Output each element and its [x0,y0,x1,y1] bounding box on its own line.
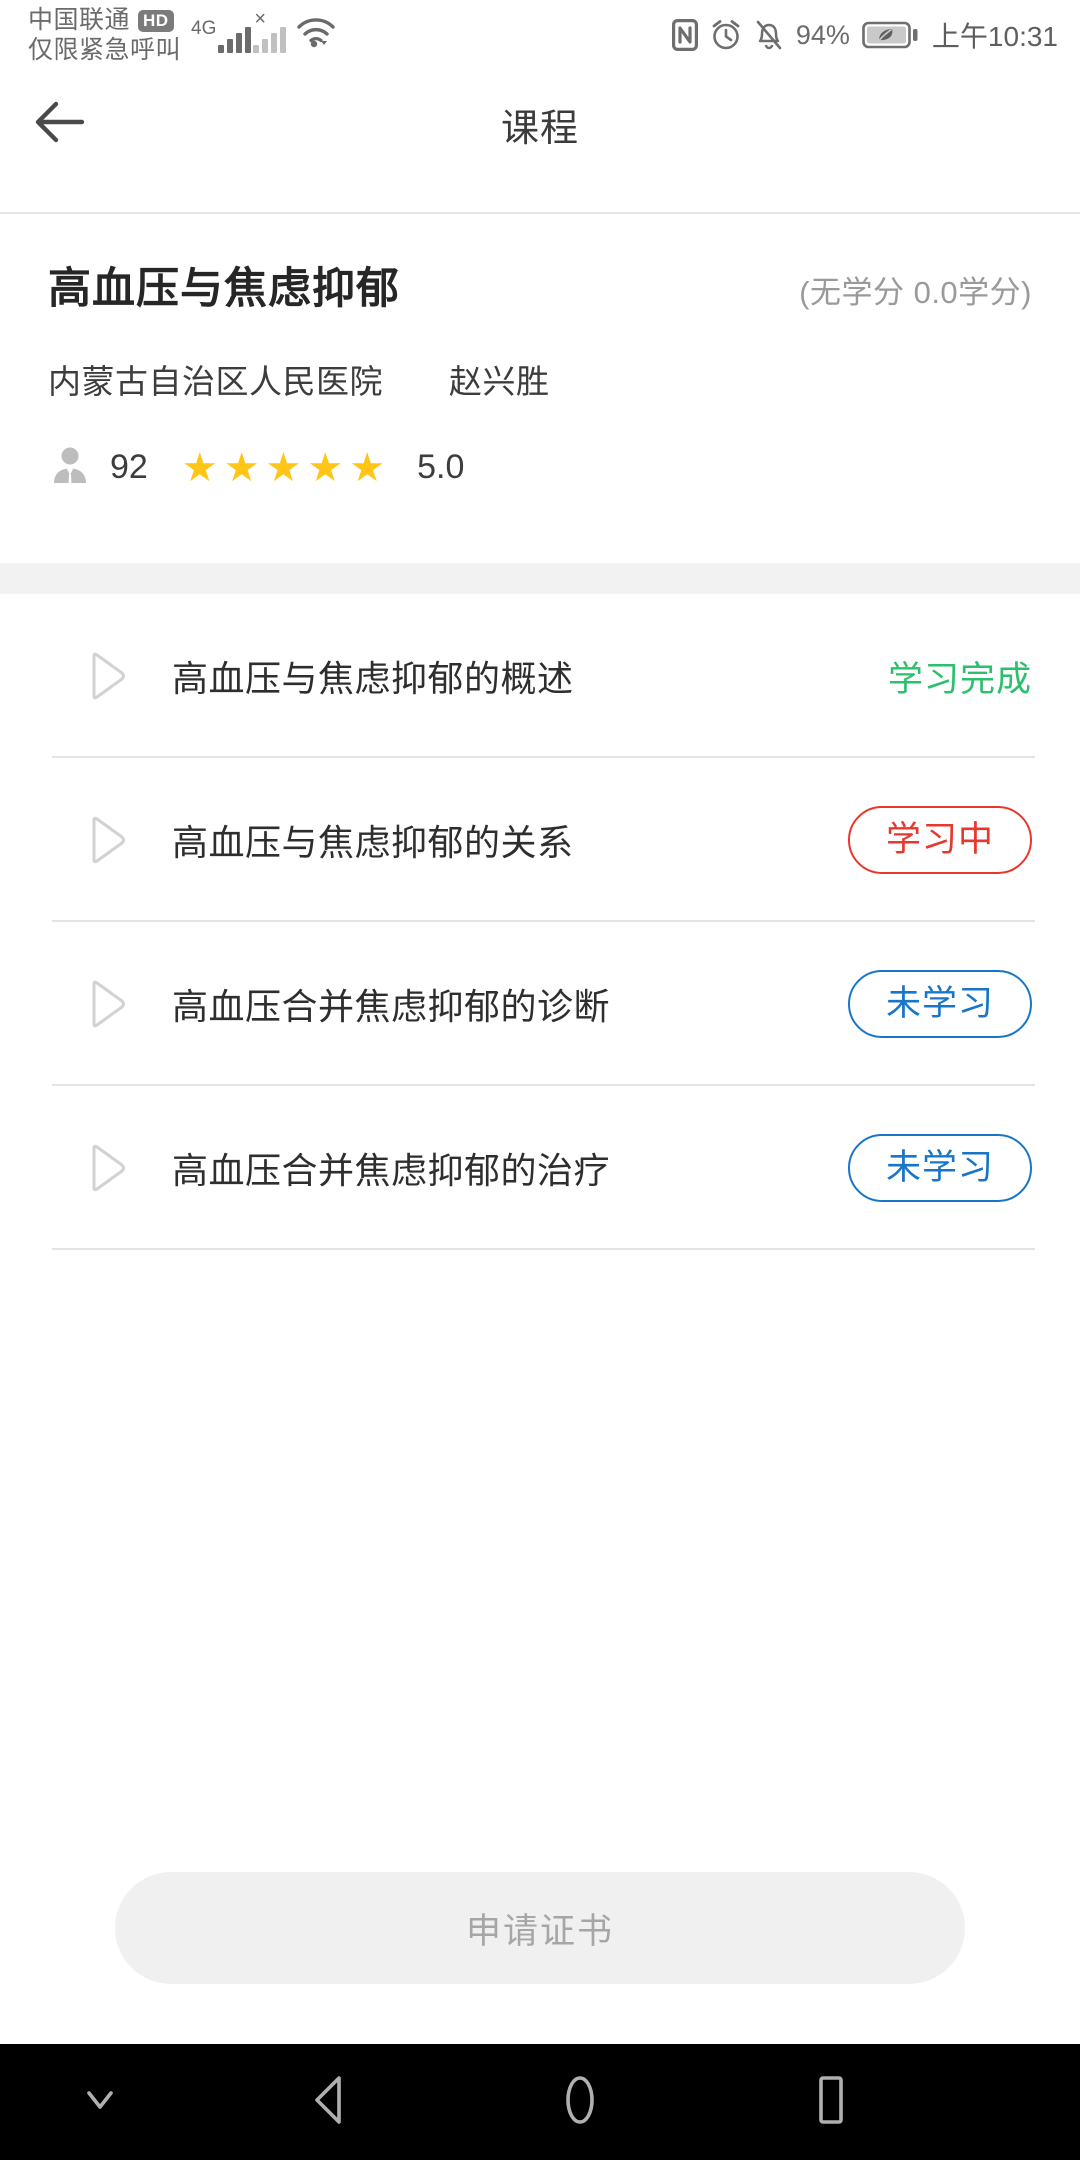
star-icon: ★ [307,445,344,490]
rating-stars: ★ ★ ★ ★ ★ [182,448,385,488]
circle-home-icon [557,2073,603,2132]
course-org-row: 内蒙古自治区人民医院 赵兴胜 [48,316,1032,403]
phone-screen: 中国联通 HD 仅限紧急呼叫 4G × 94% 上午10:31 课程 高血压与焦… [0,0,1080,2160]
carrier-row: 中国联通 HD [28,6,181,36]
chevron-down-icon [78,2083,122,2122]
star-icon: ★ [349,445,386,490]
no-service-x-icon: × [254,8,267,30]
lesson-title: 高血压合并焦虑抑郁的诊断 [172,986,611,1027]
course-title: 高血压与焦虑抑郁 [48,265,400,313]
lesson-title: 高血压合并焦虑抑郁的治疗 [172,1150,611,1191]
play-outline-icon [84,650,130,702]
clock-label: 上午10:31 [931,21,1058,52]
teacher-name: 赵兴胜 [449,363,550,400]
nfc-icon [671,19,698,51]
carrier-block: 中国联通 HD 仅限紧急呼叫 [28,6,181,65]
lesson-row[interactable]: 高血压合并焦虑抑郁的治疗 未学习 [0,1086,1080,1250]
row-separator [52,1248,1035,1250]
lesson-list: 高血压与焦虑抑郁的概述 学习完成 高血压与焦虑抑郁的关系 学习中 高血压合并焦虑… [0,594,1080,1250]
nav-recents-button[interactable] [730,2044,930,2160]
status-bar: 中国联通 HD 仅限紧急呼叫 4G × 94% 上午10:31 [0,0,1080,72]
status-badge: 学习完成 [887,659,1032,699]
page-title: 课程 [500,107,579,150]
play-outline-icon [84,814,130,866]
nav-home-button[interactable] [480,2044,680,2160]
apply-certificate-button[interactable]: 申请证书 [115,1872,965,1984]
nav-back-button[interactable] [230,2044,430,2160]
status-bar-right: 94% 上午10:31 [671,6,1058,55]
lesson-status-slot[interactable]: 未学习 [782,1133,1032,1203]
lesson-row[interactable]: 高血压与焦虑抑郁的概述 学习完成 [0,594,1080,758]
play-outline-icon [84,1142,130,1194]
mute-bell-icon [754,19,784,51]
learner-count: 92 [110,448,148,486]
course-title-row: 高血压与焦虑抑郁 (无学分 0.0学分) [48,214,1032,316]
square-recents-icon [808,2074,852,2131]
section-divider-band [0,563,1080,594]
alarm-icon [710,19,742,51]
signal-bars-icon [218,23,252,53]
star-icon: ★ [265,445,302,490]
lesson-title: 高血压与焦虑抑郁的概述 [172,658,574,699]
battery-percent-label: 94% [795,19,850,50]
lesson-row[interactable]: 高血压合并焦虑抑郁的诊断 未学习 [0,922,1080,1086]
battery-saver-icon [862,20,920,50]
hd-badge: HD [138,9,174,32]
signal-bars-no-service-icon: × [253,9,287,53]
person-icon [48,443,92,492]
status-bar-left: 中国联通 HD 仅限紧急呼叫 4G × [28,6,336,65]
status-badge[interactable]: 学习中 [847,805,1032,875]
lesson-row[interactable]: 高血压与焦虑抑郁的关系 学习中 [0,758,1080,922]
hide-keyboard-button[interactable] [0,2044,200,2160]
lesson-status-slot[interactable]: 学习中 [782,805,1032,875]
android-nav-bar [0,2044,1080,2160]
signal-group: 4G × [191,6,336,53]
triangle-back-icon [308,2074,352,2131]
status-badge[interactable]: 未学习 [847,1133,1032,1203]
star-icon: ★ [181,445,218,490]
lesson-title: 高血压与焦虑抑郁的关系 [172,822,574,863]
course-stats-row: 92 ★ ★ ★ ★ ★ 5.0 [48,403,1032,492]
lesson-status-slot[interactable]: 学习完成 [782,651,1032,702]
play-outline-icon [84,978,130,1030]
star-icon: ★ [223,445,260,490]
network-type-label: 4G [191,18,217,39]
wifi-icon [296,16,336,53]
emergency-call-text: 仅限紧急呼叫 [28,35,182,64]
carrier-name: 中国联通 [28,6,131,34]
course-credits: (无学分 0.0学分) [799,275,1032,310]
app-bar: 课程 [0,72,1080,176]
course-header: 高血压与焦虑抑郁 (无学分 0.0学分) 内蒙古自治区人民医院 赵兴胜 92 ★… [0,214,1080,492]
status-badge[interactable]: 未学习 [847,969,1032,1039]
rating-value: 5.0 [417,448,465,486]
lesson-status-slot[interactable]: 未学习 [782,969,1032,1039]
organization-name: 内蒙古自治区人民医院 [48,363,383,400]
